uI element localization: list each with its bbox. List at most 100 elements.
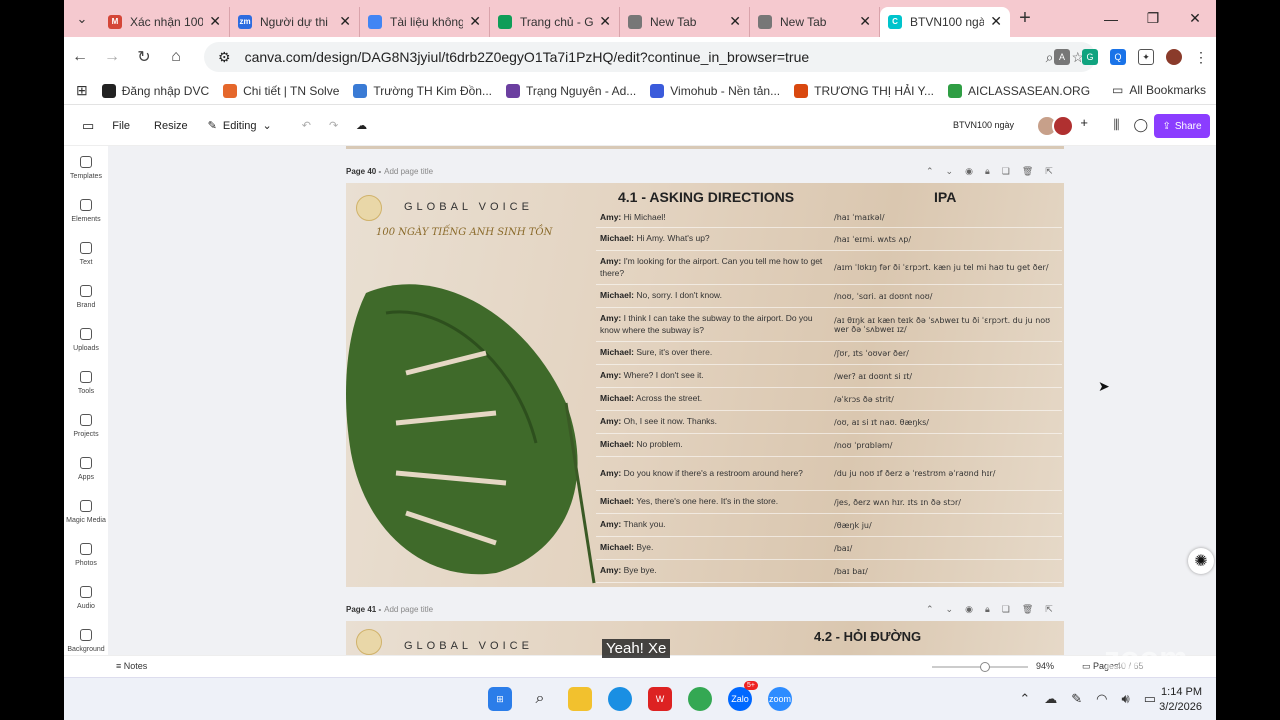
resize-menu[interactable]: Resize (154, 120, 188, 132)
volume-icon[interactable]: 🔊︎ (1122, 691, 1130, 707)
zoom-percent[interactable]: 94% (1036, 661, 1054, 671)
clock[interactable]: 1:14 PM 3/2/2026 (1159, 685, 1202, 716)
address-bar[interactable]: ⚙ canva.com/design/DAG8N3jyiul/t6drb2Z0e… (204, 42, 1096, 72)
zoom-icon[interactable]: ⌕ (1046, 49, 1054, 66)
menu-kebab-icon[interactable]: ⋮ (1194, 49, 1208, 66)
hide-icon[interactable]: ◉ (965, 604, 973, 615)
close-tab-icon[interactable]: ✕ (990, 13, 1002, 30)
sidebar-item-uploads[interactable]: Uploads (64, 318, 108, 361)
sidebar-item-magic-media[interactable]: Magic Media (64, 490, 108, 533)
browser-tab[interactable]: zm Người dự thi ✕ (230, 6, 360, 37)
sidebar-item-templates[interactable]: Templates (64, 146, 108, 189)
page-40[interactable]: GLOBAL VOICE 100 NGÀY TIẾNG ANH SINH TỒN… (346, 183, 1064, 587)
document-title[interactable]: BTVN100 ngày (953, 120, 1014, 130)
sidebar-item-apps[interactable]: Apps (64, 447, 108, 490)
hide-icon[interactable]: ◉ (965, 166, 973, 177)
canva-assistant-icon[interactable]: ✺ (1188, 548, 1214, 574)
sidebar-item-projects[interactable]: Projects (64, 404, 108, 447)
file-explorer-icon[interactable] (568, 687, 592, 711)
site-info-icon[interactable]: ⚙ (218, 49, 231, 66)
close-tab-icon[interactable]: ✕ (469, 13, 481, 30)
all-bookmarks[interactable]: ▭ All Bookmarks (1112, 83, 1206, 97)
collaborators[interactable]: + (1036, 115, 1088, 137)
add-collaborator-icon[interactable]: + (1080, 115, 1088, 137)
share-button[interactable]: ⇪ Share (1154, 114, 1210, 138)
browser-tab[interactable]: Tài liệu không ✕ (360, 6, 490, 37)
onedrive-icon[interactable]: ☁ (1044, 691, 1057, 707)
notes-button[interactable]: ≡ Notes (116, 661, 147, 671)
add-page-icon[interactable]: ⇱ (1045, 604, 1053, 615)
language-icon[interactable]: ✎ (1071, 691, 1082, 707)
undo-icon[interactable]: ↶ (302, 119, 311, 132)
close-tab-icon[interactable]: ✕ (339, 13, 351, 30)
start-icon[interactable]: ⊞ (488, 687, 512, 711)
sidebar-item-brand[interactable]: Brand (64, 275, 108, 318)
profile-avatar[interactable] (1166, 49, 1182, 65)
bookmark-item[interactable]: Trạng Nguyên - Ad... (505, 83, 636, 98)
bookmark-item[interactable]: Chi tiết | TN Solve (223, 83, 339, 98)
forward-icon[interactable]: → (96, 48, 128, 66)
home-icon[interactable]: ⌂ (160, 48, 192, 66)
move-up-icon[interactable]: ⌃ (926, 166, 934, 177)
delete-icon[interactable]: 🗑︎ (1022, 166, 1033, 177)
bookmark-item[interactable]: TRƯƠNG THỊ HẢI Y... (794, 83, 934, 98)
close-tab-icon[interactable]: ✕ (599, 13, 611, 30)
apps-grid-icon[interactable]: ⊞ (76, 82, 88, 99)
close-window-button[interactable]: ✕ (1174, 0, 1216, 37)
editing-menu[interactable]: ✎ Editing ⌄ (208, 119, 272, 133)
cloud-save-icon[interactable]: ☁ (356, 119, 367, 132)
bookmark-item[interactable]: AICLASSASEAN.ORG (948, 83, 1090, 98)
back-icon[interactable]: ← (64, 48, 96, 66)
lock-icon[interactable]: 🔒︎ (985, 166, 990, 177)
file-menu[interactable]: File (112, 120, 130, 132)
sidebar-item-audio[interactable]: Audio (64, 576, 108, 619)
reload-icon[interactable]: ↻ (128, 47, 160, 67)
close-tab-icon[interactable]: ✕ (729, 13, 741, 30)
insights-icon[interactable]: ⫼ (1113, 117, 1119, 133)
extension-gpt-icon[interactable]: G (1082, 49, 1098, 65)
chrome-icon[interactable] (688, 687, 712, 711)
bookmark-item[interactable]: Trường TH Kim Đồn... (353, 83, 492, 98)
browser-tab[interactable]: C BTVN100 ngà ✕ (880, 6, 1010, 37)
sidebar-item-elements[interactable]: Elements (64, 189, 108, 232)
comment-icon[interactable]: ◯ (1133, 117, 1148, 133)
browser-tab[interactable]: New Tab ✕ (620, 6, 750, 37)
wifi-icon[interactable]: ◠ (1096, 691, 1107, 707)
close-tab-icon[interactable]: ✕ (859, 13, 871, 30)
page-41[interactable]: GLOBAL VOICE 4.2 - HỎI ĐƯỜNG (346, 621, 1064, 656)
battery-icon[interactable]: ▭ (1144, 691, 1156, 707)
extension-a-icon[interactable]: A (1054, 49, 1070, 65)
duplicate-icon[interactable]: ❏ (1002, 604, 1010, 615)
sidebar-item-photos[interactable]: Photos (64, 533, 108, 576)
sidebar-item-tools[interactable]: Tools (64, 361, 108, 404)
close-tab-icon[interactable]: ✕ (209, 13, 221, 30)
lock-icon[interactable]: 🔒︎ (985, 604, 990, 615)
sidebar-item-text[interactable]: Text (64, 232, 108, 275)
zoom-app-icon[interactable]: zoom (768, 687, 792, 711)
move-up-icon[interactable]: ⌃ (926, 604, 934, 615)
minimize-button[interactable]: — (1090, 0, 1132, 37)
duplicate-icon[interactable]: ❏ (1002, 166, 1010, 177)
page-41-add-title[interactable]: Add page title (384, 605, 433, 614)
move-down-icon[interactable]: ⌄ (946, 604, 954, 615)
zoom-slider-knob[interactable] (980, 662, 990, 672)
zoom-slider[interactable] (932, 662, 1028, 672)
chevron-up-icon[interactable]: ⌃ (1019, 691, 1030, 707)
add-page-icon[interactable]: ⇱ (1045, 166, 1053, 177)
extensions-puzzle-icon[interactable]: ✦ (1138, 49, 1154, 65)
browser-tab[interactable]: New Tab ✕ (750, 6, 880, 37)
tab-search-button[interactable]: ⌄ (64, 5, 100, 33)
search-icon[interactable]: ⌕ (528, 687, 552, 711)
page-40-add-title[interactable]: Add page title (384, 167, 433, 176)
browser-tab[interactable]: M Xác nhận 100 ✕ (100, 6, 230, 37)
edge-icon[interactable] (608, 687, 632, 711)
bookmark-item[interactable]: Vimohub - Nền tản... (650, 83, 780, 98)
delete-icon[interactable]: 🗑︎ (1022, 604, 1033, 615)
bookmark-item[interactable]: Đăng nhập DVC (101, 83, 209, 98)
wps-icon[interactable]: W (648, 687, 672, 711)
browser-tab[interactable]: Trang chủ - G ✕ (490, 6, 620, 37)
sidebar-toggle-icon[interactable]: ▭ (82, 118, 94, 134)
move-down-icon[interactable]: ⌄ (946, 166, 954, 177)
extension-q-icon[interactable]: Q (1110, 49, 1126, 65)
restore-button[interactable]: ❐ (1132, 0, 1174, 37)
